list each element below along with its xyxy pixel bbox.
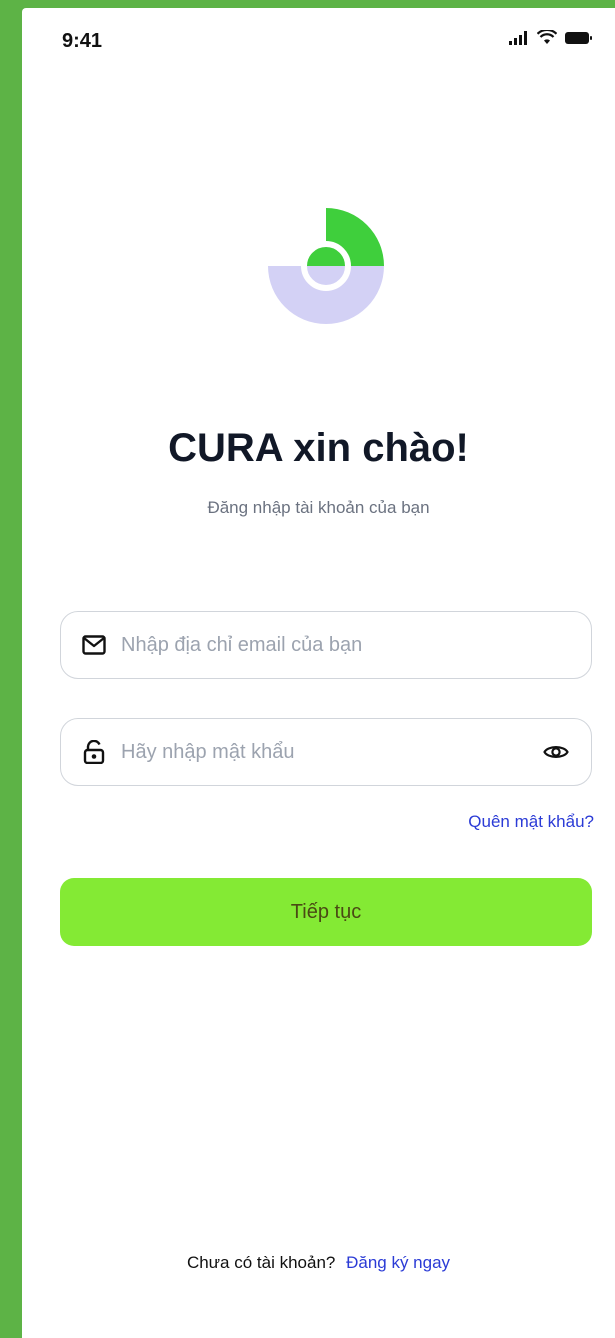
forgot-password-link[interactable]: Quên mật khẩu? — [468, 812, 594, 832]
password-field[interactable] — [60, 718, 592, 786]
device-frame: 9:41 CURA xin chào! Đăng nhập tài khoản … — [0, 0, 615, 1338]
status-bar: 9:41 — [22, 8, 615, 78]
signup-link[interactable]: Đăng ký ngay — [346, 1253, 450, 1272]
battery-icon — [565, 31, 593, 50]
lock-icon — [81, 739, 107, 765]
status-time: 9:41 — [62, 30, 103, 52]
signup-prompt: Chưa có tài khoản? — [186, 1253, 336, 1272]
page-title: CURA xin chào! — [168, 426, 469, 470]
login-screen: 9:41 CURA xin chào! Đăng nhập tài khoản … — [22, 8, 615, 1338]
signup-row: Chưa có tài khoản? Đăng ký ngay — [22, 1253, 615, 1273]
cura-logo-icon — [268, 206, 384, 324]
signal-icon — [509, 30, 529, 50]
wifi-icon — [536, 28, 558, 50]
page-subtitle: Đăng nhập tài khoản của bạn — [207, 498, 430, 517]
email-field[interactable] — [60, 611, 592, 679]
password-input[interactable] — [119, 731, 543, 773]
continue-button[interactable]: Tiếp tục — [60, 878, 592, 946]
eye-icon[interactable] — [543, 739, 569, 765]
email-input[interactable] — [119, 624, 591, 666]
mail-icon — [81, 632, 107, 658]
status-icons — [509, 28, 593, 50]
